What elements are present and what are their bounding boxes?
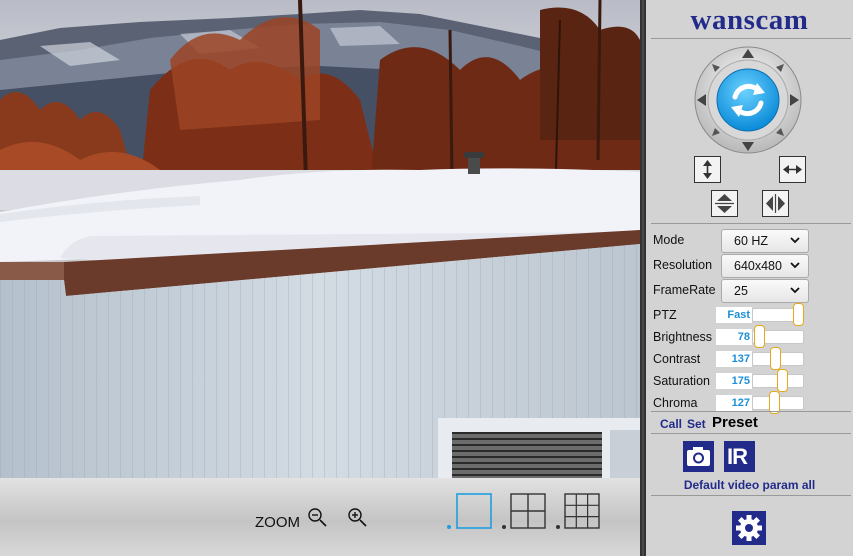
divider-line — [651, 495, 851, 496]
layout-nine-indicator — [556, 525, 560, 529]
gear-icon — [736, 515, 762, 541]
slider-handle[interactable] — [793, 303, 804, 326]
chevron-down-icon — [790, 262, 800, 269]
camera-image — [0, 0, 640, 478]
ir-button[interactable]: IR — [724, 441, 755, 472]
saturation-label: Saturation — [653, 374, 710, 388]
ptz-speed-slider[interactable]: Fast — [716, 303, 804, 326]
quad-view-icon — [510, 493, 546, 529]
control-panel: wanscam Mode 60 HZ Resolution 640x480 Fr… — [646, 0, 853, 556]
app-root: ZOOM wanscam Mode 60 HZ Resolution 640x4… — [0, 0, 853, 556]
flip-vertical-icon — [703, 160, 712, 179]
divider-line — [651, 411, 851, 412]
resolution-label: Resolution — [653, 258, 713, 272]
layout-nine-button[interactable] — [564, 493, 600, 534]
chevron-down-icon — [790, 237, 800, 244]
brand-logo: wanscam — [690, 4, 809, 36]
preset-call-link[interactable]: Call — [660, 417, 682, 431]
saturation-value: 175 — [716, 373, 752, 389]
brightness-value: 78 — [716, 329, 752, 345]
mirror-horizontal-button[interactable] — [762, 190, 789, 217]
layout-quad-indicator — [502, 525, 506, 529]
default-video-param-link[interactable]: Default video param all — [646, 478, 853, 492]
slider-handle[interactable] — [770, 347, 782, 370]
mode-value: 60 HZ — [734, 234, 769, 248]
settings-button[interactable] — [732, 511, 766, 545]
resolution-select[interactable]: 640x480 — [721, 254, 809, 278]
layout-quad-button[interactable] — [510, 493, 546, 534]
flip-vertical-button[interactable] — [694, 156, 721, 183]
brightness-row: Brightness 78 — [653, 325, 849, 348]
divider-line — [651, 38, 851, 39]
mirror-vertical-icon — [715, 194, 734, 213]
flip-horizontal-icon — [783, 165, 802, 174]
bottom-control-bar: ZOOM — [0, 478, 640, 556]
slider-handle[interactable] — [776, 369, 788, 392]
framerate-label: FrameRate — [653, 283, 716, 297]
zoom-in-button[interactable] — [346, 506, 372, 530]
layout-single-button[interactable] — [456, 493, 492, 534]
chroma-value: 127 — [716, 395, 752, 411]
layout-single-indicator — [447, 525, 451, 529]
contrast-slider[interactable]: 137 — [716, 347, 804, 370]
contrast-label: Contrast — [653, 352, 701, 366]
ptz-pad — [694, 46, 802, 154]
framerate-value: 25 — [734, 284, 748, 298]
framerate-select[interactable]: 25 — [721, 279, 809, 303]
resolution-value: 640x480 — [734, 259, 782, 273]
zoom-label: ZOOM — [255, 514, 300, 531]
slider-handle[interactable] — [754, 325, 766, 348]
framerate-row: FrameRate 25 — [653, 279, 849, 303]
ir-icon: IR — [727, 444, 748, 469]
camera-icon — [687, 447, 710, 466]
brightness-slider[interactable]: 78 — [716, 325, 804, 348]
brightness-label: Brightness — [653, 330, 713, 344]
zoom-in-icon — [348, 508, 367, 527]
chroma-slider[interactable]: 127 — [716, 391, 804, 414]
ptz-speed-label: PTZ — [653, 308, 677, 322]
chroma-label: Chroma — [653, 396, 698, 410]
chevron-down-icon — [790, 287, 800, 294]
zoom-out-button[interactable] — [306, 506, 332, 530]
snapshot-button[interactable] — [683, 441, 714, 472]
camera-live-view[interactable] — [0, 0, 640, 478]
flip-horizontal-button[interactable] — [779, 156, 806, 183]
ptz-joystick[interactable] — [693, 45, 803, 155]
nine-view-icon — [564, 493, 600, 529]
divider-line — [651, 223, 851, 224]
saturation-row: Saturation 175 — [653, 369, 849, 392]
preset-set-link[interactable]: Set — [687, 417, 706, 431]
mode-label: Mode — [653, 233, 685, 247]
saturation-slider[interactable]: 175 — [716, 369, 804, 392]
resolution-row: Resolution 640x480 — [653, 254, 849, 278]
mode-select[interactable]: 60 HZ — [721, 229, 809, 253]
mode-row: Mode 60 HZ — [653, 229, 849, 253]
ptz-speed-value: Fast — [716, 307, 752, 323]
ptz-speed-row: PTZ Fast — [653, 303, 849, 326]
single-view-icon — [456, 493, 492, 529]
contrast-row: Contrast 137 — [653, 347, 849, 370]
mirror-horizontal-icon — [766, 194, 785, 213]
zoom-out-icon — [308, 508, 327, 527]
preset-title: Preset — [712, 414, 758, 431]
divider-line — [651, 433, 851, 434]
mirror-vertical-button[interactable] — [711, 190, 738, 217]
contrast-value: 137 — [716, 351, 752, 367]
